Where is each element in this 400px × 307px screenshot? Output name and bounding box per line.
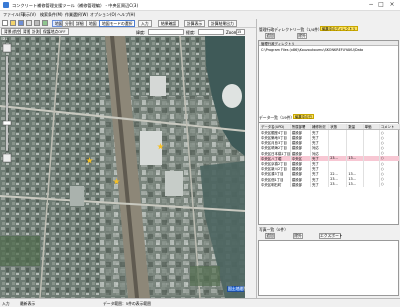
map-toolbar: 背景(航空) 背景 計測 保護地点OFF 緯度: 経度: Zoom 15 — [0, 28, 245, 36]
table-cell: 23... — [328, 181, 348, 187]
tab-map-2[interactable]: 地図 — [86, 20, 100, 27]
table-row[interactable]: 中央区明石町 建設部 完了 23... 13... ○ — [260, 181, 400, 187]
map-icon[interactable] — [42, 20, 48, 26]
maximize-button[interactable]: □ — [378, 2, 384, 8]
zoom-select[interactable]: 15 — [236, 29, 245, 35]
calc-display-button[interactable]: 計算表示 — [184, 20, 206, 27]
zoom-select-value: 15 — [237, 30, 242, 34]
dir-remove-button[interactable]: 除外 — [297, 33, 307, 39]
table-cell: ○ — [379, 181, 400, 187]
right-panel: 管理行政ディレクトリ一覧（1/4件） 編集中のディレクトリ 追加 除外 管理行政… — [256, 19, 400, 298]
dir-add-button[interactable]: 追加 — [265, 33, 275, 39]
status-left: 入力 — [2, 301, 10, 306]
dir-tab-header: 管理行政ディレクトリ — [259, 41, 398, 46]
close-button[interactable]: × — [389, 2, 395, 8]
table-cell: 13... — [346, 181, 364, 187]
lng-input[interactable] — [198, 29, 224, 35]
new-icon[interactable] — [2, 20, 8, 26]
title-bar: コンクリート補修管理支援ツール（補修管理編） - 中央区周辺C(3) − □ × — [0, 0, 400, 11]
menu-work-select[interactable]: 作業選択(W) — [65, 12, 88, 18]
table-cell: 完了 — [310, 181, 330, 187]
photo-remove-button[interactable]: 除外 — [293, 233, 303, 239]
photo-add-button[interactable]: 追加 — [265, 233, 275, 239]
menu-help[interactable]: ヘルプ(H) — [117, 12, 135, 18]
col-header[interactable]: 補修状況 — [310, 124, 330, 130]
status-right: データ範囲：5件の表示範囲 — [103, 301, 151, 306]
table-cell — [363, 181, 380, 187]
status-mid: 最新表示 — [20, 301, 36, 306]
table-cell: 中央区明石町 — [260, 181, 291, 187]
open-folder-icon[interactable] — [10, 20, 16, 26]
table-cell: 中央区晴海2丁目 — [260, 145, 291, 151]
data-badge: 編集中の行 — [293, 114, 314, 119]
app-icon — [3, 2, 9, 8]
data-panel-title: データ一覧（19件） — [259, 115, 295, 120]
aerial-map-image — [0, 36, 245, 298]
dir-path-item[interactable]: C:\Program Files (x86)\Kouzoukoumu\SKONK… — [261, 48, 363, 52]
result-check-button[interactable]: 結果確認 — [158, 20, 180, 27]
menu-search-condition[interactable]: 検索条件(M) — [40, 12, 63, 18]
photo-export-button[interactable]: エクスポート — [319, 233, 343, 239]
data-table: データ名(UPD) 所属部署 補修状況 状態 数量 単価 コメント 中央区銀座4… — [258, 122, 400, 225]
data-grid: データ名(UPD) 所属部署 補修状況 状態 数量 単価 コメント 中央区銀座4… — [260, 124, 400, 187]
map-mode-select[interactable]: 地図モードの選択 — [99, 20, 136, 27]
gsi-map-button[interactable]: 国土地理院 — [227, 286, 245, 292]
input-button[interactable]: 入力 — [138, 20, 152, 27]
print-icon[interactable] — [26, 20, 32, 26]
menu-options[interactable]: オプション(O) — [90, 12, 116, 18]
menu-view[interactable]: 表示(V) — [22, 12, 36, 18]
status-bar: 入力 最新表示 データ範囲：5件の表示範囲 — [0, 298, 400, 307]
dir-badge: 編集中のディレクトリ — [320, 26, 358, 31]
calc-output-button[interactable]: 計算結果出力 — [208, 20, 237, 27]
lat-input[interactable] — [148, 29, 184, 35]
tab-detail[interactable]: 詳細 — [73, 20, 87, 27]
dir-list: 管理行政ディレクトリ C:\Program Files (x86)\Kouzou… — [258, 40, 399, 126]
map-view[interactable]: 21 国土地理院 — [0, 36, 245, 298]
photo-list — [258, 240, 399, 296]
settings-icon[interactable] — [34, 20, 40, 26]
window-title: コンクリート補修管理支援ツール（補修管理編） - 中央区周辺C(3) — [12, 3, 139, 8]
table-cell: 中央区日本橋1丁目 — [260, 150, 291, 156]
protect-point-toggle[interactable]: 保護地点OFF — [40, 28, 69, 35]
minimize-button[interactable]: − — [368, 2, 374, 8]
save-icon[interactable] — [18, 20, 24, 26]
menu-bar: ファイル(F) 表示(V) 検索条件(M) 作業選択(W) オプション(O) ヘ… — [0, 11, 400, 19]
zoom-caption: 21 — [3, 37, 8, 41]
table-cell: 建設部 — [290, 181, 312, 187]
